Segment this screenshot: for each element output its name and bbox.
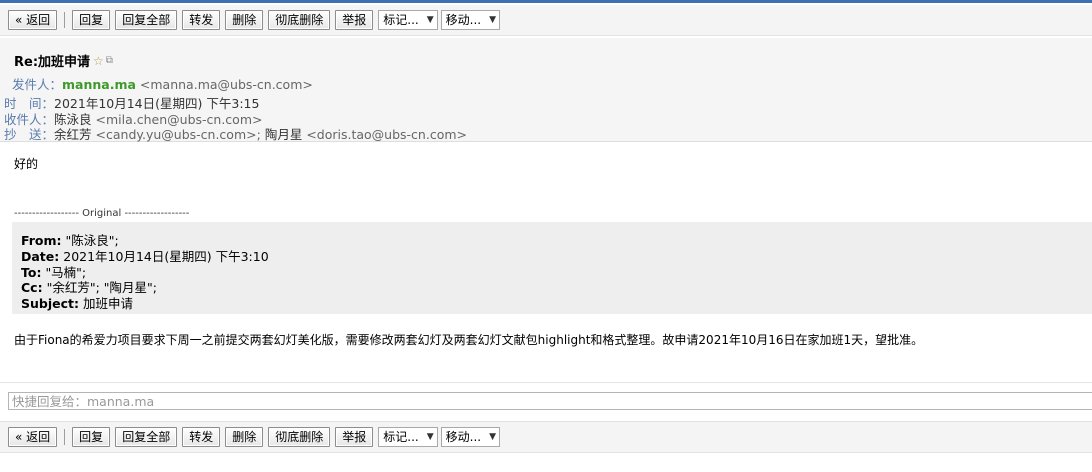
quote-subject-row: Subject: 加班申请 — [21, 293, 133, 312]
move-select-label: 移动... — [445, 13, 482, 27]
mark-select-label: 标记... — [383, 13, 419, 27]
bottom-toolbar: « 返回 回复 回复全部 转发 删除 彻底删除 举报 标记... ▼ 移动... ▼ — [0, 421, 1092, 453]
popout-window-icon[interactable]: ⧉ — [106, 55, 113, 66]
forward-button[interactable]: 转发 — [182, 427, 221, 447]
quick-reply-input[interactable]: 快捷回复给：manna.ma — [8, 392, 1092, 410]
mark-select[interactable]: 标记... ▼ — [378, 427, 438, 447]
move-select-label: 移动... — [445, 430, 482, 444]
quote-date-value: 2021年10月14日(星期四) 下午3:10 — [63, 249, 269, 264]
top-accent-line — [0, 0, 1092, 3]
chevron-down-icon: ▼ — [489, 15, 497, 25]
back-button[interactable]: « 返回 — [8, 427, 58, 447]
reply-all-button[interactable]: 回复全部 — [115, 427, 178, 447]
quote-subject-label: Subject: — [21, 296, 79, 311]
report-button[interactable]: 举报 — [335, 10, 374, 30]
back-button[interactable]: « 返回 — [8, 10, 58, 30]
report-button[interactable]: 举报 — [335, 427, 374, 447]
from-label: 发件人： — [12, 77, 63, 92]
message-text: 由于Fiona的希爱力项目要求下周一之前提交两套幻灯美化版，需要修改两套幻灯及两… — [14, 333, 924, 347]
body-divider — [0, 382, 1092, 383]
mail-subject: Re:加班申请 ☆ ⧉ — [14, 51, 113, 71]
cc-name-1[interactable]: 余红芳 — [54, 127, 92, 142]
toolbar-separator — [64, 429, 66, 445]
cc-label: 抄 送： — [4, 127, 55, 142]
sender-email: <manna.ma@ubs-cn.com> — [139, 77, 313, 92]
chevron-down-icon: ▼ — [426, 432, 434, 442]
subject-text: Re:加班申请 — [14, 55, 91, 70]
move-select[interactable]: 移动... ▼ — [440, 10, 501, 30]
chevron-down-icon: ▼ — [489, 432, 497, 442]
reply-button[interactable]: 回复 — [72, 427, 111, 447]
forward-button[interactable]: 转发 — [182, 10, 221, 30]
cc-email-2: <doris.tao@ubs-cn.com> — [306, 127, 467, 142]
reply-text: 好的 — [14, 157, 39, 171]
mark-select-label: 标记... — [383, 430, 419, 444]
delete-button[interactable]: 删除 — [225, 427, 264, 447]
cc-row: 抄 送：余红芳 <candy.yu@ubs-cn.com>; 陶月星 <dori… — [4, 124, 467, 143]
sender-name-link[interactable]: manna.ma — [62, 77, 136, 92]
from-row: 发件人：manna.ma <manna.ma@ubs-cn.com> — [12, 74, 313, 93]
quoted-header-block: From: "陈泳良"; Date: 2021年10月14日(星期四) 下午3:… — [12, 222, 1092, 314]
mark-select[interactable]: 标记... ▼ — [378, 10, 438, 30]
permanent-delete-button[interactable]: 彻底删除 — [268, 427, 331, 447]
permanent-delete-button[interactable]: 彻底删除 — [268, 10, 331, 30]
quote-subject-value: 加班申请 — [82, 296, 133, 311]
delete-button[interactable]: 删除 — [225, 10, 264, 30]
cc-name-2[interactable]: 陶月星 — [265, 127, 303, 142]
move-select[interactable]: 移动... ▼ — [440, 427, 501, 447]
toolbar-separator — [64, 12, 66, 28]
cc-email-1: <candy.yu@ubs-cn.com>; — [95, 127, 261, 142]
chevron-down-icon: ▼ — [426, 15, 434, 25]
reply-all-button[interactable]: 回复全部 — [115, 10, 178, 30]
original-divider: ------------------ Original ------------… — [14, 208, 190, 219]
top-toolbar: « 返回 回复 回复全部 转发 删除 彻底删除 举报 标记... ▼ 移动... ▼ — [0, 5, 1092, 36]
reply-button[interactable]: 回复 — [72, 10, 111, 30]
star-icon[interactable]: ☆ — [93, 54, 104, 68]
mail-header: Re:加班申请 ☆ ⧉ 发件人：manna.ma <manna.ma@ubs-c… — [0, 38, 1092, 142]
